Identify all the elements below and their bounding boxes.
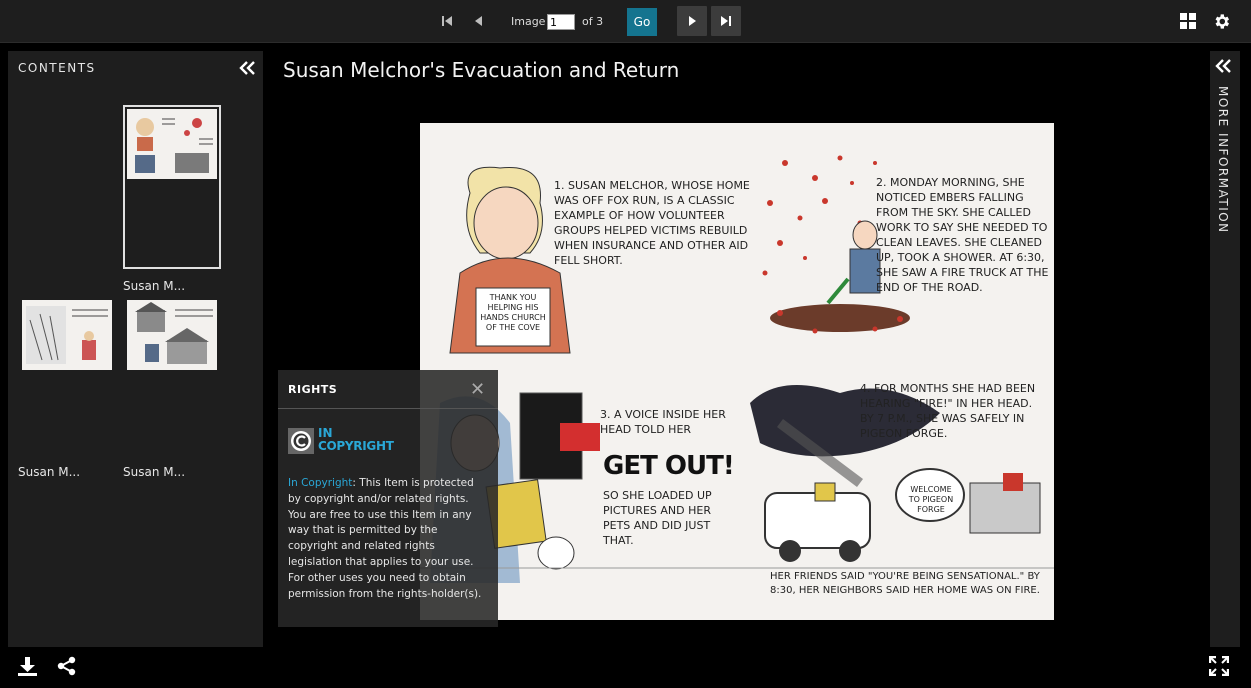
settings-button[interactable] (1212, 12, 1231, 35)
in-copyright-link[interactable]: In Copyright (288, 477, 352, 489)
next-icon (689, 16, 696, 26)
panel-4-text: 4. For months she had been hearing "FIRE… (860, 382, 1036, 440)
get-out-text: GET OUT! (603, 451, 735, 481)
gear-icon (1215, 14, 1230, 29)
share-icon (57, 656, 76, 676)
contents-panel: CONTENTS Susan M... Susan M... Susan M..… (8, 51, 263, 647)
main-image-viewer[interactable]: 1. Susan Melchor, whose home was off Fox… (420, 123, 1054, 620)
rights-panel: RIGHTS ✕ IN COPYRIGHT In Copyright: This… (278, 370, 498, 627)
rights-title: RIGHTS (288, 383, 338, 396)
more-information-title[interactable]: MORE INFORMATION (1216, 86, 1230, 234)
grid-view-button[interactable] (1180, 13, 1196, 33)
panel-3-text-b: So she loaded up pictures and her pets a… (603, 489, 712, 547)
download-icon (18, 657, 37, 676)
page-title: Susan Melchor's Evacuation and Return (283, 58, 680, 82)
next-image-button[interactable] (677, 6, 707, 36)
rights-description: In Copyright: This Item is protected by … (288, 476, 488, 602)
in-copyright-badge[interactable]: IN COPYRIGHT (288, 427, 398, 463)
panel-3-text: 3. A voice inside her head told her (600, 408, 726, 436)
road-sign-text: Welcome to Pigeon Forge (908, 485, 954, 514)
thumbnail-item-2[interactable]: Susan M... (18, 300, 122, 480)
go-button[interactable]: Go (627, 8, 657, 36)
previous-image-button[interactable] (466, 8, 492, 34)
download-button[interactable] (17, 656, 38, 681)
collapse-contents-button[interactable] (239, 60, 255, 79)
thumbnail-image (127, 300, 217, 370)
image-label: Image (511, 15, 546, 28)
thumbnail-item-3[interactable]: Susan M... (123, 300, 227, 480)
sign-text: Thank you Helping His Hands Church of th… (480, 293, 546, 332)
top-toolbar: Image of 3 Go (0, 0, 1251, 43)
close-icon[interactable]: ✕ (470, 379, 485, 400)
fullscreen-icon (1208, 655, 1230, 677)
panel-2-text: 2. Monday morning, she noticed embers fa… (876, 176, 1049, 294)
more-information-panel: MORE INFORMATION (1210, 51, 1240, 647)
last-icon (721, 16, 731, 26)
fullscreen-button[interactable] (1208, 655, 1230, 680)
thumbnail-label: Susan M... (123, 279, 186, 293)
image-count-label: of 3 (582, 15, 604, 28)
share-button[interactable] (57, 656, 77, 680)
first-image-button[interactable] (434, 8, 460, 34)
contents-title: CONTENTS (18, 61, 96, 75)
panel-1-text: 1. Susan Melchor, whose home was off Fox… (554, 179, 750, 267)
thumbnail-item-1[interactable]: Susan M... (123, 105, 221, 295)
previous-icon (475, 16, 482, 26)
rights-body: : This Item is protected by copyright an… (288, 477, 482, 600)
first-icon (442, 16, 452, 26)
thumbnail-label: Susan M... (123, 465, 186, 479)
rights-header: RIGHTS ✕ (278, 370, 498, 409)
expand-information-button[interactable] (1215, 58, 1231, 77)
thumbnail-label: Susan M... (18, 465, 81, 479)
badge-line-2: COPYRIGHT (318, 439, 394, 453)
image-number-input[interactable] (547, 14, 575, 30)
double-chevron-left-icon (239, 61, 255, 75)
thumbnail-image (127, 109, 217, 179)
last-image-button[interactable] (711, 6, 741, 36)
grid-icon (1180, 13, 1196, 29)
thumbnail-image (22, 300, 112, 370)
caption-text: Her friends said "You're being sensation… (770, 571, 1040, 596)
double-chevron-left-icon (1215, 59, 1231, 73)
